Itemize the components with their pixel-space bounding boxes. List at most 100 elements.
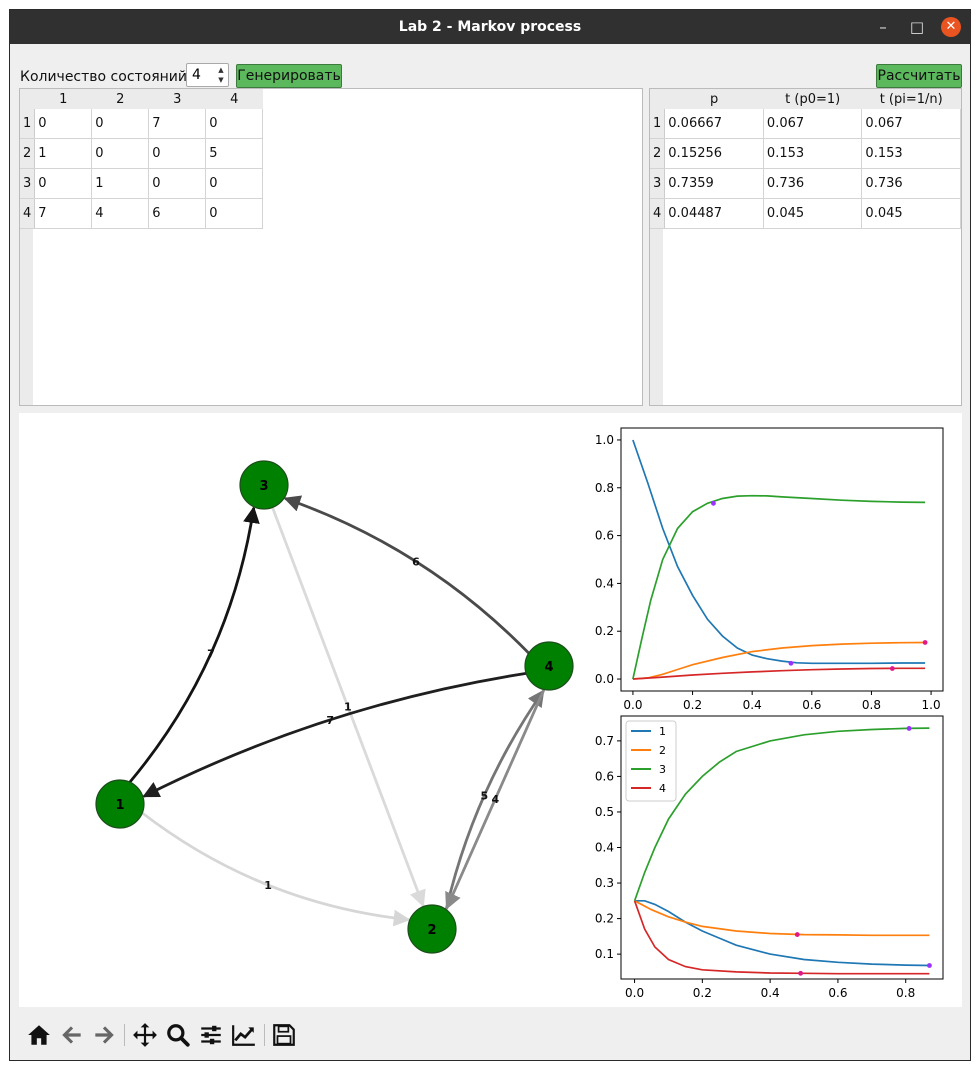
result-cell[interactable]: 0.067 xyxy=(861,109,961,139)
states-count-value[interactable]: 4 xyxy=(192,67,201,83)
minimize-button[interactable]: – xyxy=(873,17,893,37)
row-header[interactable]: 1 xyxy=(20,109,36,139)
column-header[interactable]: t (pi=1/n) xyxy=(861,89,961,109)
results-table[interactable]: p t (p0=1) t (pi=1/n) 1 0.06667 0.067 0.… xyxy=(649,88,962,406)
matrix-cell[interactable]: 0 xyxy=(148,138,207,169)
y-tick-label: 0.0 xyxy=(595,672,614,686)
series-marker xyxy=(711,500,716,506)
edge-label: 7 xyxy=(207,648,215,661)
row-header[interactable]: 4 xyxy=(650,198,666,229)
back-arrow-icon[interactable] xyxy=(59,1022,85,1048)
x-tick-label: 0.0 xyxy=(623,698,642,712)
table-row: 4 0.04487 0.045 0.045 xyxy=(650,198,961,229)
y-tick-label: 0.6 xyxy=(595,529,614,543)
series-marker xyxy=(798,970,804,976)
states-count-spinbox[interactable]: 4 ▲ ▼ xyxy=(186,63,229,87)
controls-bar: Количество состояний 4 ▲ ▼ Генерировать … xyxy=(10,44,970,88)
state-node-label: 2 xyxy=(427,923,436,938)
result-cell[interactable]: 0.153 xyxy=(861,138,961,169)
edge-4-1 xyxy=(142,671,527,798)
matrix-cell[interactable]: 0 xyxy=(205,168,264,199)
matrix-cell[interactable]: 0 xyxy=(91,109,150,139)
table-row: 4 7 4 6 0 xyxy=(20,198,264,229)
matrix-cell[interactable]: 1 xyxy=(34,138,93,169)
column-header[interactable]: 2 xyxy=(91,89,149,109)
matrix-cell[interactable]: 0 xyxy=(91,138,150,169)
result-cell[interactable]: 0.04487 xyxy=(664,198,764,229)
y-tick-label: 0.3 xyxy=(595,876,614,890)
series-marker xyxy=(794,932,800,937)
matrix-cell[interactable]: 7 xyxy=(148,109,207,139)
y-tick-label: 0.5 xyxy=(595,805,614,819)
y-tick-label: 0.8 xyxy=(595,481,614,495)
save-icon[interactable] xyxy=(271,1022,297,1048)
series-marker xyxy=(788,660,794,666)
series-marker xyxy=(927,963,932,968)
matrix-cell[interactable]: 4 xyxy=(91,198,150,229)
x-tick-label: 0.0 xyxy=(625,986,644,1000)
result-cell[interactable]: 0.067 xyxy=(763,109,863,139)
matrix-cell[interactable]: 7 xyxy=(34,198,93,229)
column-header[interactable]: 3 xyxy=(148,89,206,109)
spin-up-icon[interactable]: ▲ xyxy=(216,65,226,75)
legend-entry: 2 xyxy=(659,744,666,757)
matrix-cell[interactable]: 0 xyxy=(34,109,93,139)
x-tick-label: 0.2 xyxy=(683,698,702,712)
spin-down-icon[interactable]: ▼ xyxy=(216,75,226,85)
column-header[interactable]: 4 xyxy=(205,89,263,109)
figure-svg[interactable]: 71517461234 0.0 0.2 0.4 0.6 0.8 1.00.00.20.40… xyxy=(19,413,962,1007)
subplots-config-icon[interactable] xyxy=(198,1022,224,1048)
edge-label: 7 xyxy=(326,714,334,727)
row-header[interactable]: 4 xyxy=(20,198,36,229)
table-row: 2 0.15256 0.153 0.153 xyxy=(650,138,961,169)
toolbar-separator xyxy=(264,1024,265,1046)
calculate-button[interactable]: Рассчитать xyxy=(876,64,962,88)
row-header[interactable]: 3 xyxy=(20,168,36,199)
row-header[interactable]: 1 xyxy=(650,109,666,139)
title-bar: Lab 2 - Markov process – □ ✕ xyxy=(10,10,970,44)
edge-label: 5 xyxy=(481,789,489,802)
result-cell[interactable]: 0.045 xyxy=(763,198,863,229)
edit-curves-icon[interactable] xyxy=(231,1022,257,1048)
legend-entry: 4 xyxy=(659,782,666,795)
matrix-cell[interactable]: 0 xyxy=(205,109,264,139)
x-tick-label: 0.2 xyxy=(693,986,712,1000)
close-button[interactable]: ✕ xyxy=(941,17,961,37)
generate-button[interactable]: Генерировать xyxy=(236,64,342,88)
pan-icon[interactable] xyxy=(132,1022,158,1048)
plot-toolbar xyxy=(10,1014,970,1058)
result-cell[interactable]: 0.045 xyxy=(861,198,961,229)
column-header[interactable]: 1 xyxy=(34,89,92,109)
matrix-cell[interactable]: 0 xyxy=(34,168,93,199)
result-cell[interactable]: 0.7359 xyxy=(664,168,764,199)
matrix-cell[interactable]: 0 xyxy=(148,168,207,199)
state-node-label: 1 xyxy=(115,798,124,813)
column-header[interactable]: p xyxy=(664,89,764,109)
edge-label: 1 xyxy=(264,879,272,892)
matrix-cell[interactable]: 0 xyxy=(205,198,264,229)
matrix-cell[interactable]: 1 xyxy=(91,168,150,199)
y-tick-label: 0.2 xyxy=(595,624,614,638)
result-cell[interactable]: 0.15256 xyxy=(664,138,764,169)
row-header[interactable]: 2 xyxy=(650,138,666,169)
matrix-cell[interactable]: 5 xyxy=(205,138,264,169)
window-title: Lab 2 - Markov process xyxy=(398,19,582,35)
home-icon[interactable] xyxy=(26,1022,52,1048)
axes-frame xyxy=(620,427,944,692)
zoom-icon[interactable] xyxy=(165,1022,191,1048)
result-cell[interactable]: 0.06667 xyxy=(664,109,764,139)
x-tick-label: 0.8 xyxy=(896,986,915,1000)
transition-matrix-table[interactable]: 1 2 3 4 1 0 0 7 0 2 1 0 0 5 3 0 1 0 0 4 … xyxy=(19,88,643,406)
row-header[interactable]: 3 xyxy=(650,168,666,199)
maximize-button[interactable]: □ xyxy=(907,17,927,37)
column-header[interactable]: t (p0=1) xyxy=(763,89,862,109)
y-tick-label: 0.4 xyxy=(595,841,614,855)
forward-arrow-icon[interactable] xyxy=(91,1022,117,1048)
row-header[interactable]: 2 xyxy=(20,138,36,169)
result-cell[interactable]: 0.736 xyxy=(763,168,863,199)
result-cell[interactable]: 0.736 xyxy=(861,168,961,199)
result-cell[interactable]: 0.153 xyxy=(763,138,863,169)
plot-canvas[interactable]: 71517461234 0.0 0.2 0.4 0.6 0.8 1.0 0.0 0.2 0.4 0… xyxy=(19,413,962,1007)
matrix-cell[interactable]: 6 xyxy=(148,198,207,229)
series-marker xyxy=(922,640,928,645)
